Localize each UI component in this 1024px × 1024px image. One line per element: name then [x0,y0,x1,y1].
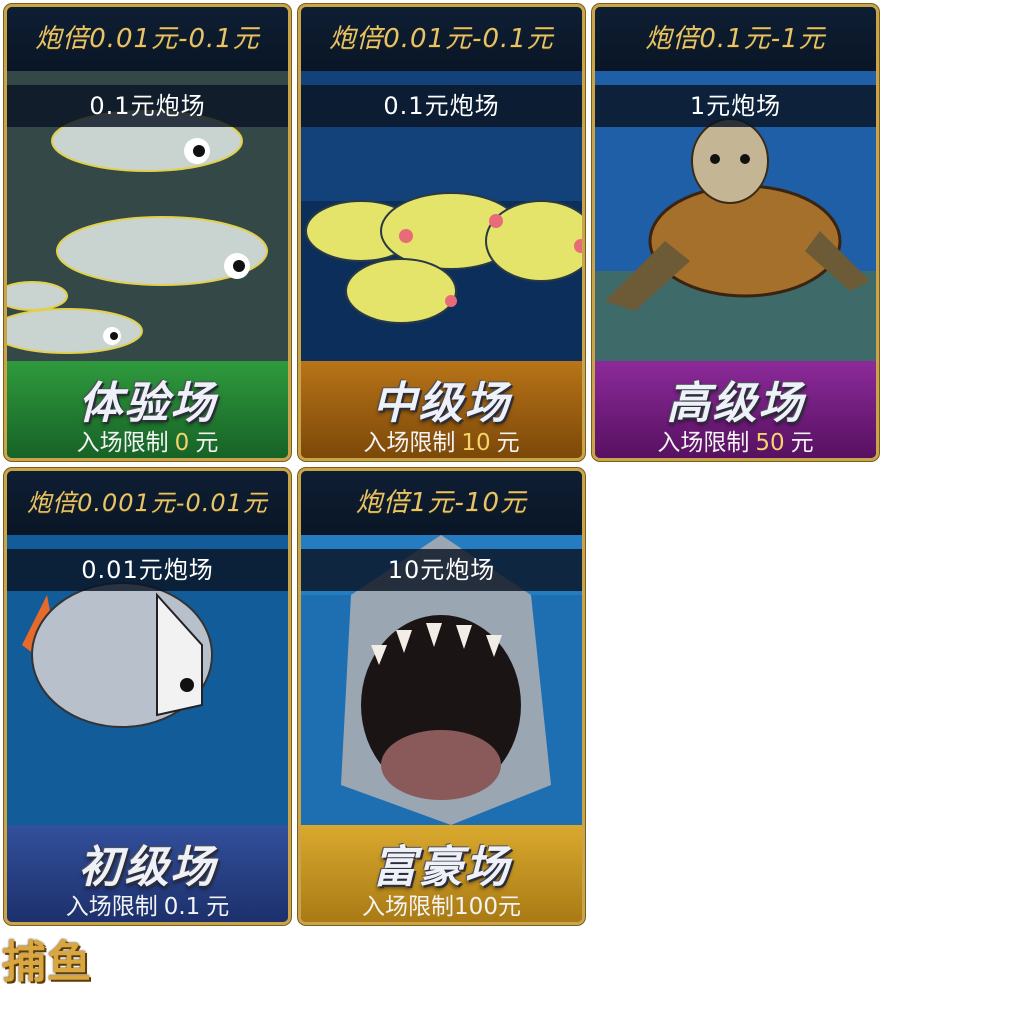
entry-limit-value: 0.1 [163,894,201,920]
room-card-beginner[interactable]: 炮倍0.001元-0.01元 0.01元炮场 初级场 入场限制 0.1 元 [4,468,291,925]
room-footer: 体验场 入场限制 0 元 [7,361,288,458]
room-level-title: 高级场 [666,378,805,429]
entry-limit-unit: 元 [206,894,230,920]
cannon-rate-label: 炮倍0.001元-0.01元 [7,471,288,535]
entry-limit-unit: 元 [790,430,814,456]
room-footer: 高级场 入场限制 50 元 [595,361,876,458]
room-card-vip[interactable]: 炮倍1元-10元 10元炮场 富豪场 入场限制100元 [298,468,585,925]
entry-limit: 入场限制 10 元 [301,423,582,457]
entry-limit-value: 0 [174,430,190,456]
entry-limit: 入场限制 50 元 [595,423,876,457]
entry-limit-unit: 元 [195,430,219,456]
cannon-rate-label: 炮倍0.1元-1元 [595,7,876,71]
room-card-trial[interactable]: 炮倍0.01元-0.1元 0.1元炮场 体验场 入场限制 0 元 [4,4,291,461]
entry-limit-value: 100 [454,894,498,920]
game-title: 捕鱼 [2,937,92,988]
cannon-rate-label: 炮倍0.01元-0.1元 [7,7,288,71]
room-level-title: 初级场 [78,842,217,893]
cannon-room-label: 0.1元炮场 [7,85,288,127]
cannon-rate-label: 炮倍1元-10元 [301,471,582,535]
room-card-intermediate[interactable]: 炮倍0.01元-0.1元 0.1元炮场 中级场 入场限制 10 元 [298,4,585,461]
entry-limit: 入场限制 0 元 [7,423,288,457]
cannon-rate-label: 炮倍0.01元-0.1元 [301,7,582,71]
entry-limit-value: 50 [755,430,785,456]
room-level-title: 体验场 [78,378,217,429]
cannon-room-label: 0.1元炮场 [301,85,582,127]
room-footer: 中级场 入场限制 10 元 [301,361,582,458]
room-card-advanced[interactable]: 炮倍0.1元-1元 1元炮场 高级场 入场限制 50 元 [592,4,879,461]
cannon-room-label: 10元炮场 [301,549,582,591]
room-footer: 初级场 入场限制 0.1 元 [7,825,288,922]
cannon-room-label: 1元炮场 [595,85,876,127]
room-footer: 富豪场 入场限制100元 [301,825,582,922]
cannon-room-label: 0.01元炮场 [7,549,288,591]
room-level-title: 富豪场 [372,842,511,893]
room-level-title: 中级场 [372,378,511,429]
entry-limit-label: 入场限制 [363,430,456,456]
entry-limit-label: 入场限制 [657,430,750,456]
entry-limit-label: 入场限制 [65,894,158,920]
entry-limit-label: 入场限制 [362,894,455,920]
entry-limit-unit: 元 [496,430,520,456]
entry-limit-label: 入场限制 [76,430,169,456]
entry-limit-unit: 元 [497,894,521,920]
entry-limit: 入场限制 0.1 元 [7,887,288,921]
entry-limit: 入场限制100元 [301,887,582,921]
entry-limit-value: 10 [461,430,491,456]
